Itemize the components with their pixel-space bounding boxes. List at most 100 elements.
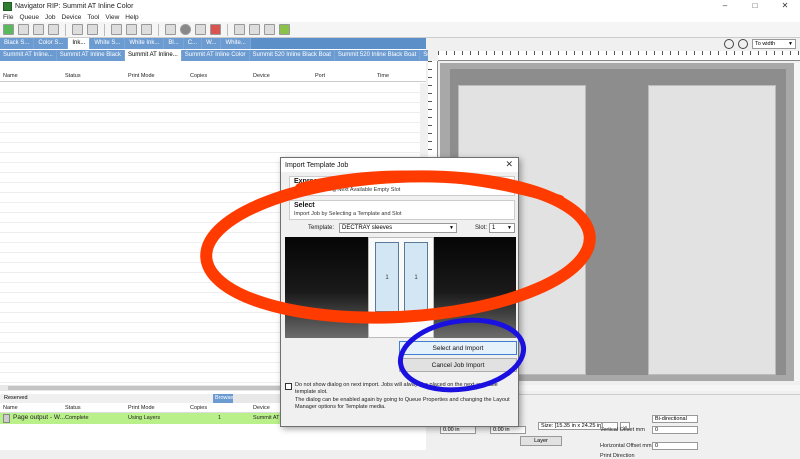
menu-device[interactable]: Device — [62, 14, 82, 21]
zoom-bar: To width ▼ — [428, 38, 800, 50]
template-row: Template: DECTRAY sleeves ▼ Slot: 1 ▼ — [281, 223, 518, 235]
tab-queue-4[interactable]: Summit AT Inline Color — [181, 50, 250, 61]
menu-help[interactable]: Help — [125, 14, 138, 21]
job-icon — [3, 414, 10, 423]
tab-black-s[interactable]: Black S... — [0, 38, 35, 49]
slot-label: Slot: — [475, 225, 488, 231]
column-copies[interactable]: Copies — [190, 405, 207, 411]
stop-icon[interactable] — [180, 24, 191, 35]
y-position-field[interactable]: 0.00 in — [490, 426, 526, 434]
queue-icon[interactable] — [234, 24, 245, 35]
save-icon[interactable] — [48, 24, 59, 35]
column-port[interactable]: Port — [315, 73, 325, 79]
select-option[interactable]: Select Import Job by Selecting a Templat… — [289, 200, 515, 220]
order-icon[interactable] — [264, 24, 275, 35]
preview-slot[interactable]: 1 — [404, 242, 428, 312]
move-icon[interactable] — [111, 24, 122, 35]
layer-button[interactable]: Layer — [520, 436, 562, 446]
open-icon[interactable] — [18, 24, 29, 35]
job-table-header: Name Status Print Mode Copies Device Por… — [0, 72, 426, 82]
tab-c[interactable]: C... — [183, 38, 203, 49]
palette-icon[interactable] — [279, 24, 290, 35]
tab-browse[interactable]: Browse — [213, 394, 233, 403]
app-icon — [3, 2, 12, 11]
column-status[interactable]: Status — [65, 73, 81, 79]
menu-bar: File Queue Job Device Tool View Help — [0, 13, 800, 22]
canvas-vertical-scrollbar[interactable] — [794, 63, 800, 381]
menu-tool[interactable]: Tool — [87, 14, 99, 21]
ink-tabs: Black S... Color S... Ink... White S... … — [0, 38, 426, 49]
tab-queue-1[interactable]: Summit AT Inline... — [0, 50, 57, 61]
column-status[interactable]: Status — [65, 405, 81, 411]
dont-show-checkbox[interactable] — [285, 383, 292, 390]
tab-white-s[interactable]: White S... — [90, 38, 126, 49]
toolbar-separator — [227, 23, 228, 36]
template-label: Template: — [308, 225, 335, 231]
window-title: Navigator RIP: Summit AT Inline Color — [15, 3, 134, 10]
settings-icon[interactable] — [141, 24, 152, 35]
column-name[interactable]: Name — [3, 405, 18, 411]
select-and-import-button[interactable]: Select and Import — [399, 341, 517, 355]
delete-icon[interactable] — [33, 24, 44, 35]
close-button[interactable]: ✕ — [770, 0, 800, 13]
preview-icon[interactable] — [126, 24, 137, 35]
menu-file[interactable]: File — [3, 14, 13, 21]
cancel-job-import-button[interactable]: Cancel Job Import — [399, 358, 517, 372]
select-description: Import Job by Selecting a Template and S… — [294, 211, 402, 217]
horizontal-ruler — [438, 51, 800, 61]
column-print-mode[interactable]: Print Mode — [128, 73, 155, 79]
tab-white[interactable]: White... — [221, 38, 251, 49]
tab-queue-6[interactable]: Summit 520 Inline Black Boat — [334, 50, 421, 61]
print-direction-select[interactable]: Bi-directional — [652, 415, 698, 423]
color-icon[interactable] — [195, 24, 206, 35]
window-controls: – □ ✕ — [710, 0, 800, 13]
maximize-button[interactable]: □ — [740, 0, 770, 13]
tab-reserved[interactable]: Reserved — [0, 394, 213, 403]
tab-white-ink[interactable]: White Ink... — [125, 38, 165, 49]
toolbar — [0, 22, 800, 38]
tab-bl[interactable]: Bl... — [164, 38, 184, 49]
horizontal-offset-label: Horizontal Offset mm — [600, 443, 652, 449]
tab-ink[interactable]: Ink... — [68, 38, 91, 49]
job-name: Page output - W... — [13, 414, 66, 421]
preview-slot[interactable]: 1 — [375, 242, 399, 312]
zoom-select[interactable]: To width ▼ — [752, 39, 796, 49]
horizontal-offset-field[interactable]: 0 — [652, 442, 698, 450]
minimize-button[interactable]: – — [710, 0, 740, 13]
vertical-offset-field[interactable]: 0 — [652, 426, 698, 434]
select-title: Select — [294, 202, 315, 209]
express-option[interactable]: Express Import Job Filling Next Availabl… — [289, 176, 515, 196]
x-position-field[interactable]: 0.00 in — [440, 426, 476, 434]
chevron-down-icon: ▼ — [507, 225, 512, 231]
column-device[interactable]: Device — [253, 73, 270, 79]
tab-queue-5[interactable]: Summit 520 Inline Black Boat — [249, 50, 335, 61]
dialog-close-button[interactable]: ✕ — [505, 159, 513, 170]
column-time[interactable]: Time — [377, 73, 389, 79]
tab-queue-2[interactable]: Summit AT Inline Black — [56, 50, 125, 61]
menu-queue[interactable]: Queue — [19, 14, 39, 21]
menu-job[interactable]: Job — [45, 14, 55, 21]
queue-tabs: Summit AT Inline... Summit AT Inline Bla… — [0, 50, 467, 69]
zoom-in-icon[interactable] — [724, 39, 734, 49]
column-print-mode[interactable]: Print Mode — [128, 405, 155, 411]
zoom-out-icon[interactable] — [738, 39, 748, 49]
template-select[interactable]: DECTRAY sleeves ▼ — [339, 223, 457, 233]
column-device[interactable]: Device — [253, 405, 270, 411]
slot-select[interactable]: 1 ▼ — [489, 223, 515, 233]
job-device: Summit AT I — [253, 415, 283, 421]
column-copies[interactable]: Copies — [190, 73, 207, 79]
tab-w[interactable]: W... — [202, 38, 222, 49]
error-icon[interactable] — [210, 24, 221, 35]
column-name[interactable]: Name — [3, 73, 18, 79]
template-slot[interactable] — [648, 85, 776, 375]
zoom-icon[interactable] — [165, 24, 176, 35]
new-job-icon[interactable] — [3, 24, 14, 35]
tab-queue-3[interactable]: Summit AT Inline... — [124, 50, 182, 61]
menu-view[interactable]: View — [105, 14, 119, 21]
slot-value: 1 — [492, 225, 496, 231]
print-icon[interactable] — [72, 24, 83, 35]
layout-icon[interactable] — [87, 24, 98, 35]
toolbar-separator — [65, 23, 66, 36]
tab-color-s[interactable]: Color S... — [34, 38, 69, 49]
list-icon[interactable] — [249, 24, 260, 35]
